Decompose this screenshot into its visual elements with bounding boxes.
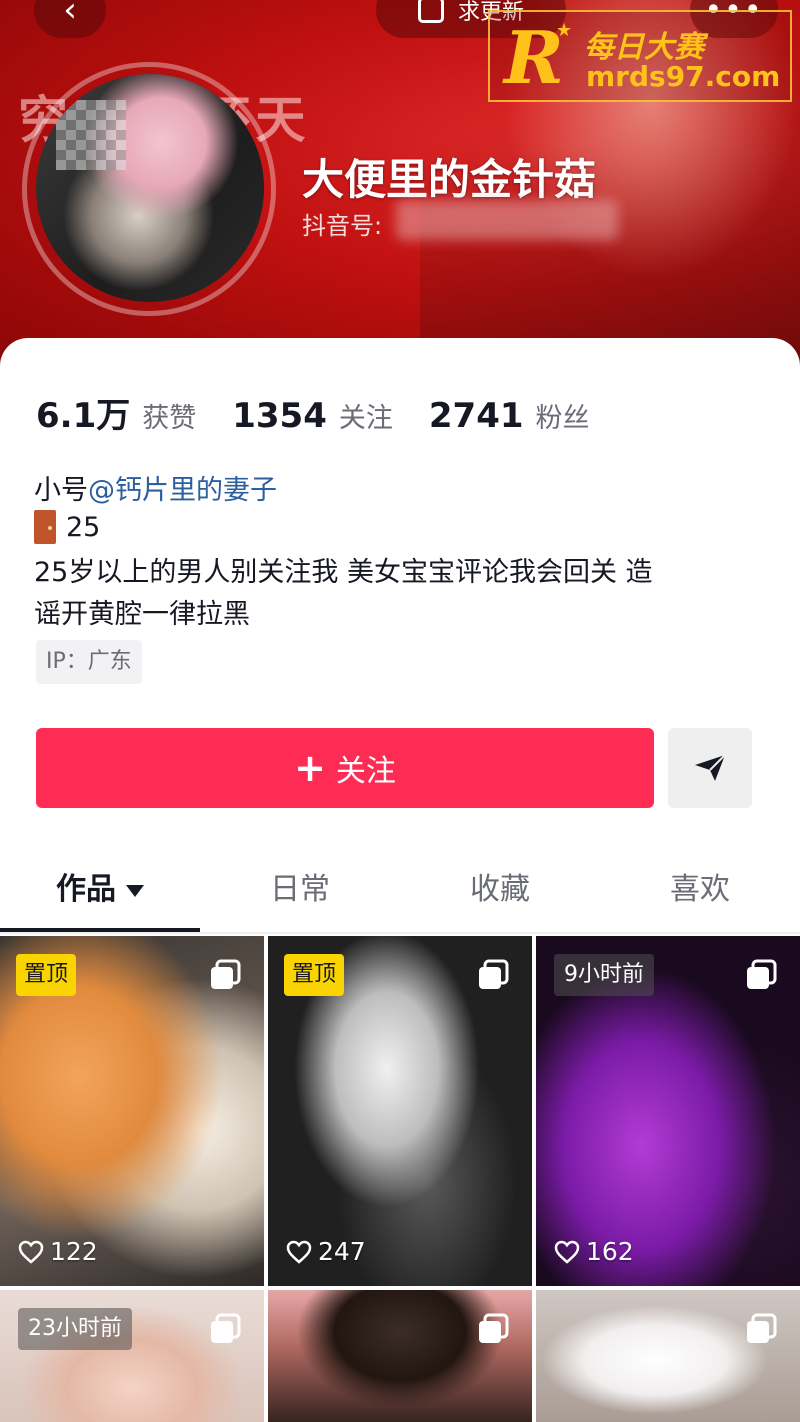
update-icon <box>417 0 444 23</box>
tab-divider <box>0 932 800 934</box>
profile-stats: 6.1万 获赞 1354 关注 2741 粉丝 <box>36 388 626 437</box>
door-icon <box>34 510 56 544</box>
tab-favorites[interactable]: 收藏 <box>400 862 600 922</box>
stat-following-label: 关注 <box>338 403 393 434</box>
bio-line-3: 25岁以上的男人别关注我 美女宝宝评论我会回关 造 <box>34 557 653 588</box>
watermark: R ★ 每日大赛 mrds97.com <box>488 10 792 102</box>
douyin-id-label: 抖音号: <box>302 212 383 240</box>
profile-banner: 穷 逼样还天 ‹ 求更新 ••• R ★ 每日大赛 mrds97.com 大便里… <box>0 0 800 370</box>
video-tile[interactable]: 置顶 122 <box>0 936 264 1286</box>
pinned-badge: 置顶 <box>284 954 345 996</box>
douyin-id-redacted <box>396 200 618 240</box>
tab-works-label: 作品 <box>56 872 116 907</box>
send-arrow-icon <box>695 754 726 781</box>
stat-likes-label: 获赞 <box>142 403 197 434</box>
stat-followers[interactable]: 2741 粉丝 <box>429 396 590 436</box>
multi-image-icon <box>747 1313 777 1343</box>
video-thumbnail <box>536 1290 800 1422</box>
like-count-value: 122 <box>50 1237 98 1266</box>
like-count: 122 <box>18 1237 98 1266</box>
profile-nickname: 大便里的金针菇 <box>302 155 597 204</box>
caret-down-icon <box>126 884 144 897</box>
video-tile[interactable] <box>268 1290 532 1422</box>
stat-following[interactable]: 1354 关注 <box>232 396 393 436</box>
stat-following-value: 1354 <box>232 396 327 436</box>
heart-icon <box>18 1240 44 1264</box>
pinned-badge: 置顶 <box>16 954 77 996</box>
video-tile[interactable]: 23小时前 <box>0 1290 264 1422</box>
video-tile[interactable] <box>536 1290 800 1422</box>
post-time-badge: 23小时前 <box>18 1308 132 1350</box>
tab-liked[interactable]: 喜欢 <box>600 862 800 922</box>
multi-image-icon <box>211 959 241 989</box>
tab-favorites-label: 收藏 <box>470 872 530 907</box>
follow-label: 关注 <box>335 754 396 789</box>
heart-icon <box>286 1240 312 1264</box>
bio-age-text: 25 <box>66 511 101 543</box>
like-count-value: 162 <box>586 1237 634 1266</box>
bio-mention-link[interactable]: @钙片里的妻子 <box>88 475 277 506</box>
video-tile[interactable]: 置顶 247 <box>268 936 532 1286</box>
bio-line-2: 25 <box>34 510 100 544</box>
multi-image-icon <box>479 1313 509 1343</box>
follow-button[interactable]: + 关注 <box>36 728 654 808</box>
stat-followers-label: 粉丝 <box>535 403 590 434</box>
like-count: 162 <box>554 1237 634 1266</box>
multi-image-icon <box>211 1313 241 1343</box>
tab-works[interactable]: 作品 <box>0 862 200 922</box>
multi-image-icon <box>479 959 509 989</box>
video-thumbnail <box>268 1290 532 1422</box>
star-icon: ★ <box>556 20 573 41</box>
plus-icon: + <box>294 746 326 790</box>
bio-alt-account-label: 小号 <box>34 475 88 506</box>
back-button[interactable]: ‹ <box>34 0 106 38</box>
tab-daily-label: 日常 <box>270 872 330 907</box>
bio-line-1: 小号@钙片里的妻子 <box>34 468 277 507</box>
multi-image-icon <box>747 959 777 989</box>
watermark-logo: R <box>504 15 564 100</box>
stat-likes-value: 6.1万 <box>36 396 131 436</box>
post-time-badge: 9小时前 <box>554 954 654 996</box>
like-count-value: 247 <box>318 1237 366 1266</box>
tab-daily[interactable]: 日常 <box>200 862 400 922</box>
video-tile[interactable]: 9小时前 162 <box>536 936 800 1286</box>
tab-liked-label: 喜欢 <box>670 872 730 907</box>
bio-line-4: 谣开黄腔一律拉黑 <box>34 599 250 630</box>
ip-location-tag: IP：广东 <box>36 640 142 684</box>
profile-tabs: 作品 日常 收藏 喜欢 <box>0 862 800 934</box>
stat-followers-value: 2741 <box>428 396 524 436</box>
stat-likes[interactable]: 6.1万 获赞 <box>36 388 196 437</box>
like-count: 247 <box>286 1237 366 1266</box>
back-arrow-icon: ‹ <box>63 0 77 30</box>
avatar[interactable] <box>36 74 264 302</box>
send-message-button[interactable] <box>668 728 752 808</box>
watermark-url: mrds97.com <box>586 60 781 93</box>
heart-icon <box>554 1240 580 1264</box>
